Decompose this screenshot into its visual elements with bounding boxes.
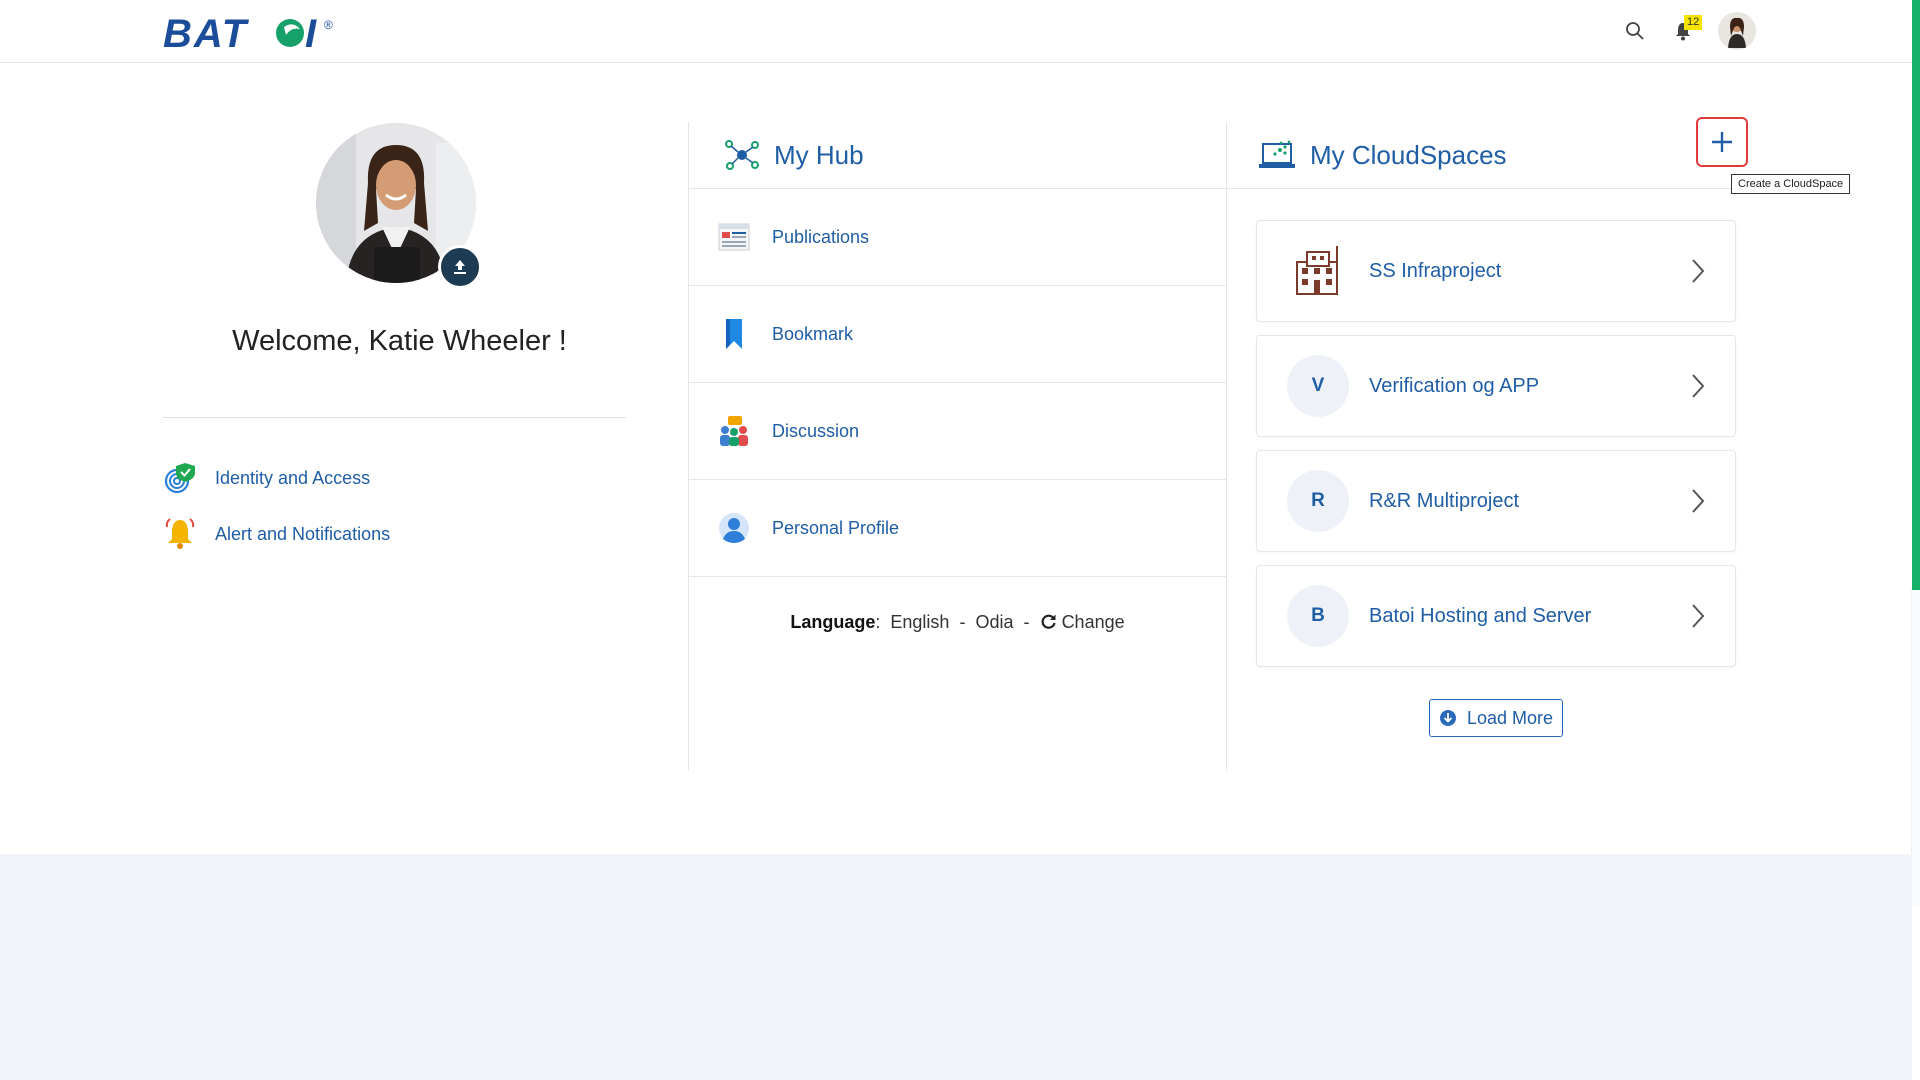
plus-icon <box>1712 132 1732 152</box>
svg-text:®: ® <box>324 18 333 32</box>
cloudspace-initial: V <box>1287 355 1349 417</box>
cloudspace-logo <box>1287 240 1349 302</box>
cloudspace-card[interactable]: V Verification og APP <box>1256 335 1736 437</box>
cloudspace-name: R&R Multiproject <box>1369 489 1520 512</box>
language-english[interactable]: English <box>890 612 949 632</box>
search-icon <box>1626 22 1644 40</box>
language-label: Language <box>790 612 876 632</box>
my-cloudspaces-title: My CloudSpaces <box>1310 139 1507 170</box>
chevron-right-icon <box>1689 602 1707 630</box>
alert-notifications-link[interactable]: Alert and Notifications <box>163 506 390 562</box>
divider <box>163 417 626 418</box>
cloudspace-initial: B <box>1287 585 1349 647</box>
svg-text:BAT: BAT <box>163 12 250 53</box>
load-more-label: Load More <box>1466 707 1554 728</box>
footer-area <box>0 854 1912 1080</box>
hub-item-personal-profile[interactable]: Personal Profile <box>689 480 1226 577</box>
svg-text:I: I <box>305 12 317 53</box>
cloudspace-card[interactable]: R R&R Multiproject <box>1256 450 1736 552</box>
upload-photo-button[interactable] <box>438 245 482 289</box>
language-separator: - <box>1023 612 1030 632</box>
bookmark-icon <box>726 319 742 349</box>
hub-item-discussion[interactable]: Discussion <box>689 383 1226 480</box>
discussion-icon <box>720 416 748 446</box>
language-odia[interactable]: Odia <box>975 612 1013 632</box>
identity-access-label: Identity and Access <box>215 467 371 488</box>
chevron-right-icon <box>1689 487 1707 515</box>
language-separator: - <box>959 612 966 632</box>
cloudspace-name: Batoi Hosting and Server <box>1369 604 1592 627</box>
change-language-button[interactable]: Change <box>1040 612 1125 632</box>
notification-count-badge: 12 <box>1684 15 1703 30</box>
hub-item-publications[interactable]: Publications <box>689 189 1226 286</box>
scrollbar-accent[interactable] <box>1912 0 1920 590</box>
refresh-icon <box>1041 614 1056 629</box>
cloudspace-card[interactable]: SS Infraproject <box>1256 220 1736 322</box>
my-cloudspaces-header: My CloudSpaces <box>1226 122 1746 189</box>
bookmark-label: Bookmark <box>772 323 854 344</box>
chevron-right-icon <box>1689 257 1707 285</box>
identity-access-link[interactable]: Identity and Access <box>163 450 390 506</box>
user-avatar[interactable] <box>1718 12 1756 50</box>
notifications-button[interactable]: 12 <box>1670 15 1703 44</box>
hub-item-bookmark[interactable]: Bookmark <box>689 286 1226 383</box>
cloudspace-card[interactable]: B Batoi Hosting and Server <box>1256 565 1736 667</box>
discussion-label: Discussion <box>772 420 860 441</box>
change-language-label: Change <box>1061 612 1125 632</box>
hub-network-icon <box>725 140 759 170</box>
publications-icon <box>718 223 750 251</box>
cloudspace-list: SS Infraproject V Verification og APP R … <box>1256 220 1736 680</box>
bell-alert-icon <box>165 518 195 549</box>
create-cloudspace-tooltip: Create a CloudSpace <box>1731 174 1851 194</box>
top-navbar: BAT I ® 12 <box>0 0 1912 63</box>
cloudspace-initial: R <box>1287 470 1349 532</box>
avatar-image <box>1718 12 1756 50</box>
my-hub-title: My Hub <box>774 139 864 170</box>
my-hub-header: My Hub <box>689 122 1226 189</box>
my-cloudspaces-panel: My CloudSpaces Create a CloudSpace SS In… <box>1226 117 1851 770</box>
my-hub-panel: My Hub Publications Bookmark Discussion … <box>688 122 1227 770</box>
cloudspace-name: Verification og APP <box>1369 374 1540 397</box>
batoi-logo[interactable]: BAT I ® <box>163 10 338 54</box>
alert-notifications-label: Alert and Notifications <box>215 523 391 544</box>
building-icon <box>1296 246 1338 295</box>
batoi-logo-mark: BAT I ® <box>163 12 333 53</box>
publications-label: Publications <box>772 226 870 247</box>
arrow-down-circle-icon <box>1439 710 1456 726</box>
scroll-track <box>1911 590 1920 906</box>
upload-icon <box>454 260 466 274</box>
search-button[interactable] <box>1622 18 1648 44</box>
person-icon <box>719 513 749 543</box>
fingerprint-shield-icon <box>164 463 195 494</box>
create-cloudspace-button[interactable] <box>1696 117 1748 167</box>
welcome-message: Welcome, Katie Wheeler ! <box>232 325 567 357</box>
personal-profile-label: Personal Profile <box>772 517 900 538</box>
chevron-right-icon <box>1689 372 1707 400</box>
cloudspace-name: SS Infraproject <box>1369 259 1502 282</box>
cloudspace-laptop-icon <box>1259 140 1295 168</box>
language-selector: Language: English - Odia - Change <box>790 612 1125 632</box>
load-more-button[interactable]: Load More <box>1429 699 1563 737</box>
